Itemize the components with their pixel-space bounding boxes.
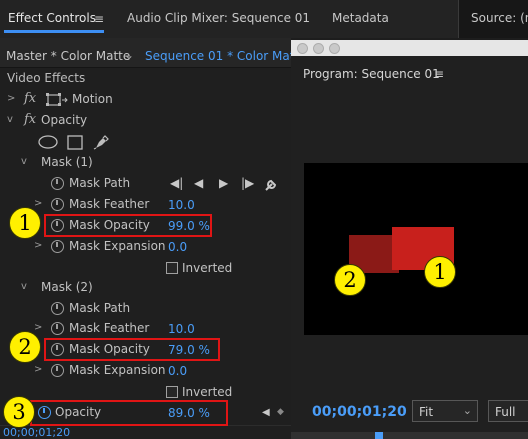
inverted-label: Inverted (182, 261, 233, 275)
playback-resolution-dropdown[interactable]: Full (488, 400, 528, 422)
mask-expansion-label: Mask Expansion (69, 363, 166, 377)
highlight-mask-1-opacity (44, 214, 212, 237)
effect-row-opacity[interactable]: v fx Opacity (0, 111, 291, 131)
window-close-button[interactable] (297, 43, 308, 54)
twirl-closed-icon[interactable]: > (7, 93, 15, 104)
callout-badge-1: 1 (9, 207, 41, 239)
track-next-frame-icon[interactable]: ▶ (219, 176, 228, 190)
effect-controls-header: Master * Color Matte ⌄ Sequence 01 * Col… (0, 38, 307, 68)
track-previous-frame-icon[interactable]: ◀ (194, 176, 203, 190)
twirl-closed-icon[interactable]: > (34, 198, 42, 209)
program-monitor-window: Program: Sequence 01 ≡ 00;00;01;20 Fit ⌄… (291, 40, 528, 439)
twirl-open-icon[interactable]: v (21, 281, 27, 292)
program-timecode[interactable]: 00;00;01;20 (312, 404, 407, 420)
twirl-closed-icon[interactable]: > (34, 322, 42, 333)
motion-label: Motion (72, 92, 113, 106)
window-zoom-button[interactable] (329, 43, 340, 54)
twirl-open-icon[interactable]: v (21, 156, 27, 167)
mask-path-label: Mask Path (69, 301, 131, 315)
mask-1-row[interactable]: v Mask (1) (0, 153, 291, 173)
wrench-icon[interactable] (264, 177, 279, 192)
track-forward-icon[interactable]: |▶ (241, 176, 254, 190)
mask-expansion-label: Mask Expansion (69, 239, 166, 253)
callout-badge-1-viewer: 1 (424, 256, 456, 288)
mask-1-feather-row: > Mask Feather 10.0 (0, 195, 291, 215)
tab-source[interactable]: Source: (no (471, 11, 528, 25)
previous-keyframe-icon[interactable]: ◀ (262, 407, 270, 418)
stopwatch-icon[interactable] (51, 364, 64, 377)
mask-1-inverted-row: Inverted (0, 259, 291, 279)
mask-path-label: Mask Path (69, 176, 131, 190)
chevron-down-icon[interactable]: ⌄ (124, 48, 134, 62)
source-monitor-tab-area: Source: (no (458, 0, 528, 38)
fx-toggle-icon[interactable]: fx (24, 91, 36, 106)
source-clip-selector[interactable]: Master * Color Matte (6, 49, 130, 63)
mask-2-inverted-checkbox[interactable] (166, 386, 178, 398)
highlight-opacity (30, 400, 228, 426)
monitor-playhead[interactable] (375, 432, 383, 439)
twirl-open-icon[interactable]: v (7, 114, 13, 125)
effect-controls-panel: Master * Color Matte ⌄ Sequence 01 * Col… (0, 38, 307, 439)
twirl-closed-icon[interactable]: > (34, 364, 42, 375)
effect-controls-timecode[interactable]: 00;00;01;20 (3, 426, 70, 439)
mask-2-path-row: Mask Path (0, 299, 291, 319)
add-keyframe-icon[interactable]: ◆ (277, 407, 284, 417)
track-backward-icon[interactable]: ◀| (170, 176, 183, 190)
tab-audio-clip-mixer[interactable]: Audio Clip Mixer: Sequence 01 (127, 11, 310, 25)
stopwatch-icon[interactable] (51, 240, 64, 253)
mask-1-expansion-value[interactable]: 0.0 (168, 240, 187, 254)
mask-tools-row (0, 132, 291, 154)
fit-dropdown-label: Fit (419, 405, 434, 419)
sequence-clip-label[interactable]: Sequence 01 * Color Matte (145, 49, 307, 63)
window-minimize-button[interactable] (313, 43, 324, 54)
mask-2-feather-value[interactable]: 10.0 (168, 322, 195, 336)
panel-tab-bar: Effect Controls ≡ Audio Clip Mixer: Sequ… (0, 0, 528, 38)
highlight-mask-2-opacity (44, 338, 220, 361)
callout-badge-2: 2 (9, 331, 41, 363)
mask-2-expansion-value[interactable]: 0.0 (168, 364, 187, 378)
mask-1-path-row: Mask Path ◀| ◀ ▶ |▶ (0, 174, 291, 194)
mask-feather-label: Mask Feather (69, 197, 150, 211)
effect-row-motion[interactable]: > fx Motion (0, 90, 291, 110)
mask-2-row[interactable]: v Mask (2) (0, 278, 291, 298)
tab-metadata[interactable]: Metadata (332, 11, 389, 25)
chevron-down-icon: ⌄ (462, 404, 472, 417)
ellipse-mask-icon[interactable] (38, 135, 58, 149)
monitor-time-ruler[interactable] (291, 432, 528, 439)
program-monitor-menu-icon[interactable]: ≡ (434, 67, 444, 81)
mask-2-expansion-row: > Mask Expansion 0.0 (0, 361, 291, 381)
inverted-label: Inverted (182, 385, 233, 399)
opacity-group-label: Opacity (41, 113, 88, 127)
mask-1-inverted-checkbox[interactable] (166, 262, 178, 274)
effect-controls-menu-icon[interactable]: ≡ (94, 12, 104, 26)
effect-controls-footer: 00;00;01;20 (0, 425, 291, 439)
stopwatch-icon[interactable] (51, 198, 64, 211)
stopwatch-icon[interactable] (51, 177, 64, 190)
fx-toggle-icon[interactable]: fx (24, 112, 36, 127)
window-titlebar (291, 40, 528, 56)
mask-2-label: Mask (2) (41, 280, 93, 294)
callout-badge-2-viewer: 2 (334, 264, 366, 296)
transform-icon[interactable] (46, 93, 68, 108)
active-tab-indicator (4, 30, 104, 33)
program-monitor-title[interactable]: Program: Sequence 01 (303, 67, 440, 81)
mask-2-feather-row: > Mask Feather 10.0 (0, 319, 291, 339)
program-monitor-viewer[interactable] (304, 163, 528, 335)
pen-mask-icon[interactable] (93, 134, 109, 150)
mask-feather-label: Mask Feather (69, 321, 150, 335)
mask-1-expansion-row: > Mask Expansion 0.0 (0, 237, 291, 257)
stopwatch-icon[interactable] (51, 302, 64, 315)
stopwatch-icon[interactable] (51, 322, 64, 335)
playback-resolution-label: Full (495, 405, 516, 419)
callout-badge-3: 3 (3, 396, 35, 428)
fit-dropdown[interactable]: Fit ⌄ (412, 400, 478, 422)
mask-1-label: Mask (1) (41, 155, 93, 169)
rectangle-mask-icon[interactable] (67, 135, 83, 150)
mask-1-feather-value[interactable]: 10.0 (168, 198, 195, 212)
video-effects-heading: Video Effects (7, 71, 86, 85)
tab-effect-controls[interactable]: Effect Controls (8, 11, 96, 25)
twirl-closed-icon[interactable]: > (34, 240, 42, 251)
